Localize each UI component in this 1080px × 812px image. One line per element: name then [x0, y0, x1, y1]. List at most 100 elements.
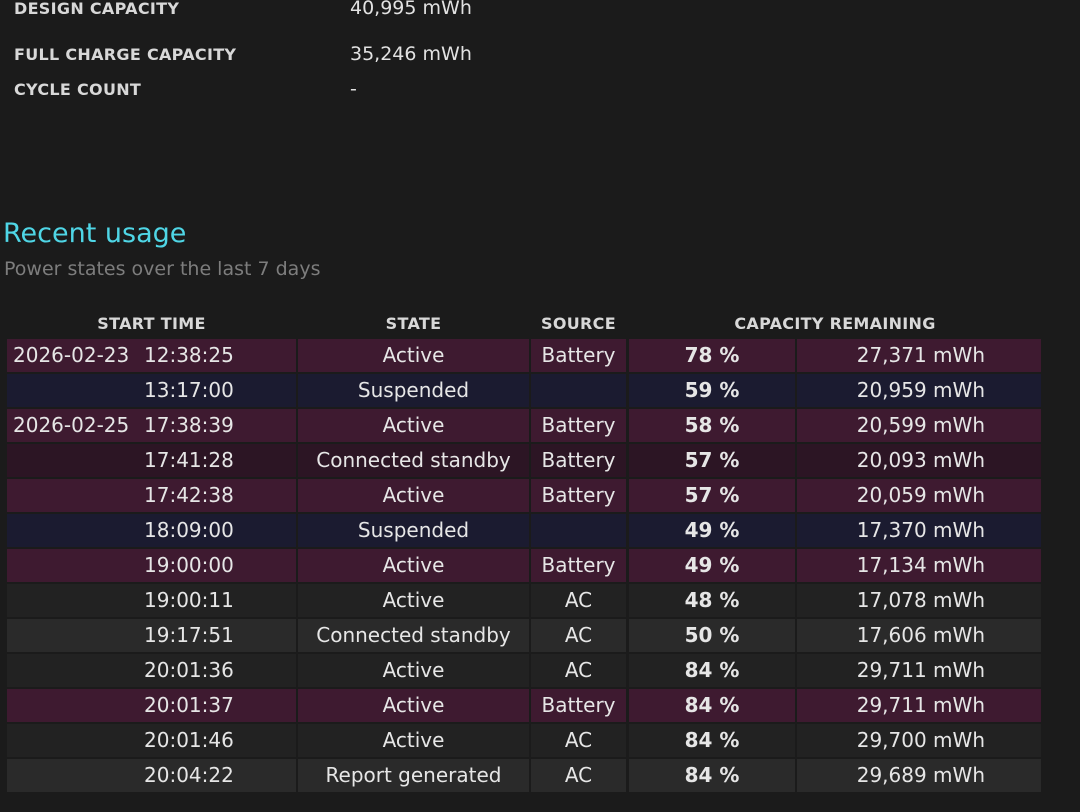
source-cell	[531, 514, 626, 547]
state-cell: Active	[298, 549, 529, 582]
row-time: 13:17:00	[144, 378, 234, 402]
full-charge-capacity-row: FULL CHARGE CAPACITY 35,246 mWh	[14, 42, 714, 66]
state-cell: Suspended	[298, 514, 529, 547]
table-row: 20:01:46 Active AC 84 % 29,700 mWh	[7, 724, 1047, 757]
state-cell: Active	[298, 479, 529, 512]
source-cell: AC	[531, 654, 626, 687]
recent-usage-table: START TIME STATE SOURCE CAPACITY REMAINI…	[7, 309, 1047, 794]
header-source: SOURCE	[541, 314, 616, 333]
table-row: 20:04:22 Report generated AC 84 % 29,689…	[7, 759, 1047, 792]
capacity-mwh-value: 17,606 mWh	[856, 623, 985, 647]
state-cell: Active	[298, 654, 529, 687]
capacity-percent-cell: 50 %	[629, 619, 795, 652]
source-cell: Battery	[531, 339, 626, 372]
capacity-mwh-value: 17,078 mWh	[856, 588, 985, 612]
table-row: 13:17:00 Suspended 59 % 20,959 mWh	[7, 374, 1047, 407]
row-time: 20:01:37	[144, 693, 234, 717]
capacity-percent-cell: 49 %	[629, 514, 795, 547]
capacity-mwh-cell: 17,078 mWh	[797, 584, 1041, 617]
row-time: 19:00:00	[144, 553, 234, 577]
start-time-cell: 19:17:51	[7, 619, 296, 652]
capacity-mwh-cell: 20,599 mWh	[797, 409, 1041, 442]
header-state: STATE	[385, 314, 442, 333]
row-time: 20:04:22	[144, 763, 234, 787]
table-row: 20:01:36 Active AC 84 % 29,711 mWh	[7, 654, 1047, 687]
source-cell: AC	[531, 759, 626, 792]
capacity-mwh-value: 29,689 mWh	[856, 763, 985, 787]
design-capacity-row: DESIGN CAPACITY 40,995 mWh	[14, 0, 714, 20]
table-row: 17:42:38 Active Battery 57 % 20,059 mWh	[7, 479, 1047, 512]
state-cell: Suspended	[298, 374, 529, 407]
source-cell	[531, 374, 626, 407]
recent-usage-subtitle: Power states over the last 7 days	[4, 258, 321, 280]
state-cell: Active	[298, 584, 529, 617]
capacity-mwh-cell: 29,689 mWh	[797, 759, 1041, 792]
source-cell: AC	[531, 619, 626, 652]
full-charge-capacity-label: FULL CHARGE CAPACITY	[14, 44, 237, 64]
capacity-mwh-value: 20,093 mWh	[856, 448, 985, 472]
row-time: 19:00:11	[144, 588, 234, 612]
row-time: 20:01:46	[144, 728, 234, 752]
source-cell: AC	[531, 724, 626, 757]
capacity-percent-cell: 84 %	[629, 689, 795, 722]
capacity-mwh-value: 17,370 mWh	[856, 518, 985, 542]
capacity-mwh-cell: 20,959 mWh	[797, 374, 1041, 407]
cycle-count-label: CYCLE COUNT	[14, 79, 142, 99]
capacity-mwh-cell: 27,371 mWh	[797, 339, 1041, 372]
capacity-mwh-value: 29,711 mWh	[856, 693, 985, 717]
source-cell: Battery	[531, 689, 626, 722]
capacity-percent-cell: 78 %	[629, 339, 795, 372]
capacity-percent-cell: 58 %	[629, 409, 795, 442]
full-charge-capacity-value: 35,246 mWh	[350, 43, 472, 65]
capacity-mwh-value: 20,599 mWh	[856, 413, 985, 437]
capacity-mwh-value: 29,711 mWh	[856, 658, 985, 682]
capacity-mwh-value: 20,059 mWh	[856, 483, 985, 507]
table-row: 19:17:51 Connected standby AC 50 % 17,60…	[7, 619, 1047, 652]
row-date: 2026-02-25	[13, 413, 130, 437]
table-row: 19:00:00 Active Battery 49 % 17,134 mWh	[7, 549, 1047, 582]
table-row: 2026-02-25 17:38:39 Active Battery 58 % …	[7, 409, 1047, 442]
state-cell: Active	[298, 409, 529, 442]
header-start-time: START TIME	[97, 314, 206, 333]
capacity-mwh-cell: 29,711 mWh	[797, 689, 1041, 722]
cycle-count-value: -	[350, 78, 357, 100]
table-row: 18:09:00 Suspended 49 % 17,370 mWh	[7, 514, 1047, 547]
capacity-percent-cell: 59 %	[629, 374, 795, 407]
source-cell: Battery	[531, 549, 626, 582]
recent-usage-title: Recent usage	[3, 218, 187, 249]
row-time: 12:38:25	[144, 343, 234, 367]
state-cell: Connected standby	[298, 444, 529, 477]
table-row: 2026-02-23 12:38:25 Active Battery 78 % …	[7, 339, 1047, 372]
row-time: 17:42:38	[144, 483, 234, 507]
state-cell: Report generated	[298, 759, 529, 792]
capacity-mwh-cell: 29,700 mWh	[797, 724, 1041, 757]
start-time-cell: 19:00:00	[7, 549, 296, 582]
capacity-percent-cell: 84 %	[629, 654, 795, 687]
capacity-mwh-cell: 20,093 mWh	[797, 444, 1041, 477]
capacity-mwh-cell: 17,606 mWh	[797, 619, 1041, 652]
start-time-cell: 20:01:46	[7, 724, 296, 757]
source-cell: Battery	[531, 479, 626, 512]
capacity-percent-cell: 84 %	[629, 759, 795, 792]
battery-report-page: DESIGN CAPACITY 40,995 mWh FULL CHARGE C…	[0, 0, 1080, 812]
row-date: 2026-02-23	[13, 343, 130, 367]
state-cell: Active	[298, 339, 529, 372]
capacity-percent-cell: 57 %	[629, 444, 795, 477]
start-time-cell: 20:04:22	[7, 759, 296, 792]
state-cell: Connected standby	[298, 619, 529, 652]
state-cell: Active	[298, 724, 529, 757]
state-cell: Active	[298, 689, 529, 722]
start-time-cell: 2026-02-23 12:38:25	[7, 339, 296, 372]
row-time: 19:17:51	[144, 623, 234, 647]
source-cell: Battery	[531, 444, 626, 477]
capacity-percent-cell: 57 %	[629, 479, 795, 512]
start-time-cell: 17:42:38	[7, 479, 296, 512]
row-time: 17:38:39	[144, 413, 234, 437]
cycle-count-row: CYCLE COUNT -	[14, 77, 714, 101]
table-header: START TIME STATE SOURCE CAPACITY REMAINI…	[7, 309, 1047, 339]
capacity-mwh-value: 29,700 mWh	[856, 728, 985, 752]
start-time-cell: 20:01:37	[7, 689, 296, 722]
capacity-percent-cell: 49 %	[629, 549, 795, 582]
capacity-mwh-cell: 29,711 mWh	[797, 654, 1041, 687]
header-capacity-remaining: CAPACITY REMAINING	[734, 314, 936, 333]
